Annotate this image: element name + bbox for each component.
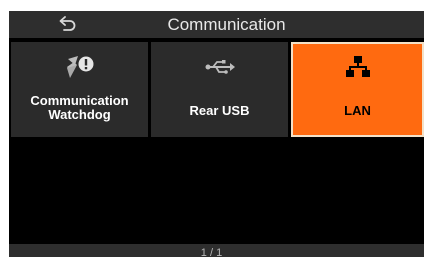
tile-label: Rear USB [189,103,250,118]
page-title: Communication [167,15,286,34]
back-button[interactable] [53,13,83,35]
communication-watchdog-tile[interactable]: Communication Watchdog [11,42,148,137]
header-bar: Communication [9,11,424,38]
lan-tile[interactable]: LAN [291,42,424,137]
back-arrow-icon [59,16,76,31]
device-panel: Communication Communication Watchdog Rea… [9,11,424,257]
watchdog-alert-icon [11,54,148,80]
page-indicator: 1 / 1 [200,247,223,257]
screen: Communication Communication Watchdog Rea… [0,0,424,257]
footer-bar: 1 / 1 [9,244,424,257]
usb-icon [151,54,288,80]
tile-label: LAN [344,103,371,118]
tile-label: Communication Watchdog [30,93,129,122]
network-icon [293,54,422,80]
rear-usb-tile[interactable]: Rear USB [151,42,288,137]
